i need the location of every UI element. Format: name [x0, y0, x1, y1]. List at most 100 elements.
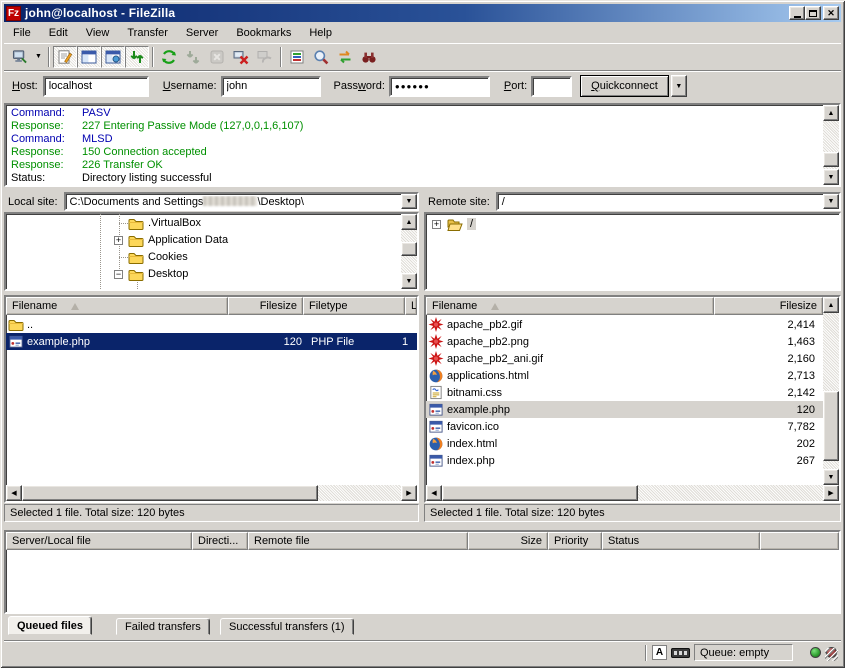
expand-icon[interactable]: +	[114, 236, 123, 245]
speed-limit-icon[interactable]	[671, 648, 690, 658]
toggle-local-tree-button[interactable]	[77, 46, 101, 68]
username-input[interactable]	[221, 76, 321, 97]
scroll-down-icon: ▼	[828, 474, 835, 481]
file-row[interactable]: applications.html 2,713	[426, 367, 823, 384]
scroll-down-button[interactable]: ▼	[401, 273, 417, 289]
scroll-up-button[interactable]: ▲	[401, 214, 417, 230]
column-header-filename[interactable]: Filename	[6, 297, 228, 315]
scrollbar-thumb[interactable]	[22, 485, 318, 501]
minimize-button[interactable]	[789, 6, 805, 20]
scroll-down-button[interactable]: ▼	[823, 469, 839, 485]
column-header-direction[interactable]: Directi...	[192, 532, 248, 550]
file-row-selected[interactable]: example.php 120	[426, 401, 823, 418]
column-header-remote-file[interactable]: Remote file	[248, 532, 468, 550]
scrollbar-thumb[interactable]	[442, 485, 638, 501]
menu-file[interactable]: File	[4, 25, 40, 41]
quickconnect-button[interactable]: Quickconnect	[580, 75, 669, 97]
folder-icon	[128, 250, 144, 265]
file-row[interactable]: index.html 202	[426, 435, 823, 452]
file-row[interactable]: apache_pb2.gif 2,414	[426, 316, 823, 333]
menu-server[interactable]: Server	[177, 25, 227, 41]
transfer-type-indicator-icon[interactable]: A	[652, 645, 667, 660]
minimize-icon	[794, 16, 801, 18]
local-site-combo[interactable]: C:\Documents and Settings\Desktop\ ▼	[64, 192, 419, 211]
scroll-left-button[interactable]: ◀	[426, 485, 442, 501]
menu-help[interactable]: Help	[300, 25, 341, 41]
synchronized-browsing-button[interactable]	[333, 46, 357, 68]
collapse-icon[interactable]: −	[114, 270, 123, 279]
column-header-filesize[interactable]: Filesize	[714, 297, 823, 315]
tab-successful-transfers[interactable]: Successful transfers (1)	[220, 618, 354, 635]
file-row[interactable]: apache_pb2.png 1,463	[426, 333, 823, 350]
column-header-server-local-file[interactable]: Server/Local file	[6, 532, 192, 550]
html-file-icon	[428, 368, 444, 383]
scroll-up-button[interactable]: ▲	[823, 105, 839, 121]
site-manager-dropdown[interactable]: ▼	[32, 46, 45, 68]
scroll-right-button[interactable]: ▶	[401, 485, 417, 501]
local-site-dropdown[interactable]: ▼	[401, 194, 417, 209]
tree-item-desktop[interactable]: − Desktop	[6, 266, 386, 282]
column-header-lastmodified[interactable]: L	[405, 297, 417, 315]
tree-item-root[interactable]: + /	[426, 216, 806, 232]
reconnect-button[interactable]	[253, 46, 277, 68]
log-entry: Status:Directory listing successful	[11, 172, 212, 184]
process-queue-icon	[185, 49, 201, 65]
column-header-size[interactable]: Size	[468, 532, 548, 550]
scroll-down-button[interactable]: ▼	[823, 169, 839, 185]
file-row[interactable]: apache_pb2_ani.gif 2,160	[426, 350, 823, 367]
column-header-filename[interactable]: Filename	[426, 297, 714, 315]
remote-list-vscrollbar[interactable]: ▲ ▼	[823, 297, 839, 485]
file-row[interactable]: bitnami.css 2,142	[426, 384, 823, 401]
tree-item-virtualbox[interactable]: .VirtualBox	[6, 215, 386, 231]
remote-site-dropdown[interactable]: ▼	[823, 194, 839, 209]
column-header-filesize[interactable]: Filesize	[228, 297, 303, 315]
scrollbar-thumb[interactable]	[823, 152, 839, 167]
resize-grip[interactable]	[825, 648, 838, 661]
scrollbar-thumb[interactable]	[823, 391, 839, 461]
host-input[interactable]	[43, 76, 149, 97]
file-row-example-php[interactable]: example.php 120 PHP File 1	[6, 333, 417, 350]
scroll-up-button[interactable]: ▲	[823, 297, 839, 313]
directory-filters-button[interactable]	[285, 46, 309, 68]
toggle-transfer-queue-button[interactable]	[125, 46, 149, 68]
maximize-button[interactable]	[805, 6, 821, 20]
disconnect-button[interactable]	[229, 46, 253, 68]
tree-item-cookies[interactable]: Cookies	[6, 249, 386, 265]
file-row[interactable]: index.php 267	[426, 452, 823, 469]
find-files-button[interactable]	[357, 46, 381, 68]
column-header-status[interactable]: Status	[602, 532, 760, 550]
site-manager-button[interactable]	[8, 46, 32, 68]
menu-transfer[interactable]: Transfer	[118, 25, 177, 41]
expand-icon[interactable]: +	[432, 220, 441, 229]
scroll-right-button[interactable]: ▶	[823, 485, 839, 501]
scrollbar-thumb[interactable]	[401, 242, 417, 256]
password-input[interactable]	[389, 76, 490, 97]
toggle-message-log-button[interactable]	[53, 46, 77, 68]
close-button[interactable]: ✕	[823, 6, 839, 20]
process-queue-button[interactable]	[181, 46, 205, 68]
toggle-remote-tree-button[interactable]	[101, 46, 125, 68]
menu-view[interactable]: View	[77, 25, 119, 41]
folder-icon	[128, 233, 144, 248]
file-row[interactable]: favicon.ico 7,782	[426, 418, 823, 435]
local-tree-scrollbar[interactable]: ▲ ▼	[401, 214, 417, 289]
local-list-hscrollbar[interactable]: ◀ ▶	[6, 485, 417, 501]
scroll-left-button[interactable]: ◀	[6, 485, 22, 501]
tab-failed-transfers[interactable]: Failed transfers	[116, 618, 210, 635]
column-header-filetype[interactable]: Filetype	[303, 297, 405, 315]
log-scrollbar[interactable]: ▲ ▼	[823, 105, 839, 185]
tab-queued-files[interactable]: Queued files	[8, 616, 92, 635]
remote-list-hscrollbar[interactable]: ◀ ▶	[426, 485, 839, 501]
scroll-down-icon: ▼	[828, 174, 835, 181]
directory-comparison-button[interactable]	[309, 46, 333, 68]
tree-item-application-data[interactable]: + Application Data	[6, 232, 386, 248]
port-input[interactable]	[531, 76, 572, 97]
cancel-operation-button[interactable]	[205, 46, 229, 68]
column-header-priority[interactable]: Priority	[548, 532, 602, 550]
menu-bookmarks[interactable]: Bookmarks	[227, 25, 300, 41]
refresh-button[interactable]	[157, 46, 181, 68]
quickconnect-dropdown[interactable]: ▼	[671, 75, 687, 97]
menu-edit[interactable]: Edit	[40, 25, 77, 41]
remote-site-combo[interactable]: / ▼	[496, 192, 841, 211]
file-row-parent-dir[interactable]: ..	[6, 316, 417, 333]
